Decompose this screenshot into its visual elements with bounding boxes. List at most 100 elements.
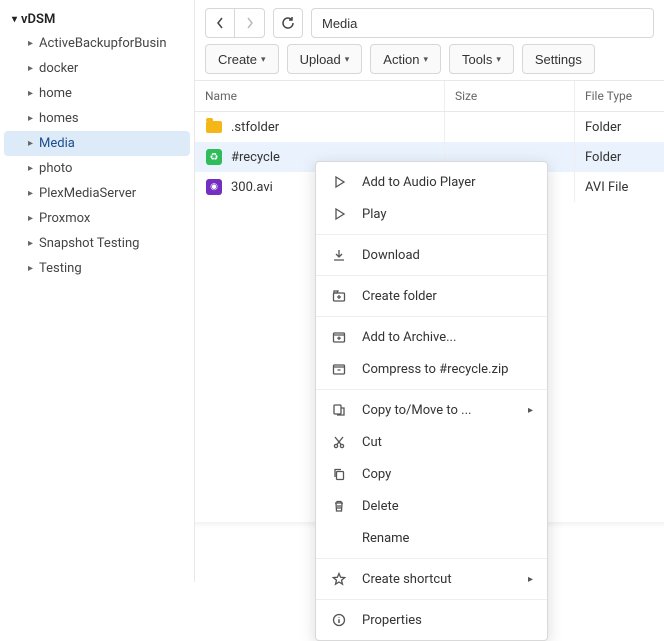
context-menu: Add to Audio Player Play Download Create fo…: [315, 161, 548, 641]
file-name-label: #recycle: [231, 150, 280, 165]
folder-icon: [205, 118, 223, 136]
nav-forward-button[interactable]: [235, 8, 265, 38]
expand-icon: ▸: [28, 163, 33, 174]
file-name-label: .stfolder: [231, 120, 279, 135]
upload-button[interactable]: Upload ▾: [287, 44, 363, 74]
col-header-type[interactable]: File Type: [574, 81, 664, 111]
expand-icon: ▸: [28, 88, 33, 99]
sidebar-item[interactable]: ▸ActiveBackupforBusin: [4, 31, 190, 56]
sidebar: ▾ vDSM ▸ActiveBackupforBusin▸docker▸home…: [0, 0, 195, 582]
menu-item[interactable]: Delete: [316, 490, 547, 522]
archive-icon: [330, 360, 348, 378]
menu-separator: [316, 316, 547, 317]
expand-icon: ▸: [28, 213, 33, 224]
sidebar-item[interactable]: ▸PlexMediaServer: [4, 181, 190, 206]
video-icon: ◉: [205, 178, 223, 196]
create-button[interactable]: Create ▾: [205, 44, 279, 74]
cell-type: Folder: [574, 112, 664, 142]
info-icon: [330, 611, 348, 629]
create-folder-icon: [330, 287, 348, 305]
menu-item[interactable]: Add to Archive...: [316, 321, 547, 353]
submenu-arrow-icon: ▸: [528, 574, 533, 585]
chevron-right-icon: [245, 17, 254, 29]
refresh-icon: [281, 16, 295, 30]
menu-item-label: Play: [362, 207, 387, 222]
cell-size: [444, 112, 574, 142]
col-header-name[interactable]: Name: [195, 81, 444, 111]
sidebar-item-label: Snapshot Testing: [39, 236, 139, 251]
menu-item-label: Delete: [362, 499, 399, 514]
sidebar-item[interactable]: ▸docker: [4, 56, 190, 81]
nav-back-button[interactable]: [205, 8, 235, 38]
menu-separator: [316, 275, 547, 276]
menu-item[interactable]: Properties: [316, 604, 547, 636]
menu-item[interactable]: Create folder: [316, 280, 547, 312]
settings-button[interactable]: Settings: [522, 44, 595, 74]
tree-root-node[interactable]: ▾ vDSM: [4, 8, 190, 31]
sidebar-item-label: Testing: [39, 261, 82, 276]
menu-item[interactable]: Cut: [316, 426, 547, 458]
menu-item-label: Copy to/Move to ...: [362, 403, 471, 418]
action-button[interactable]: Action ▾: [370, 44, 441, 74]
submenu-arrow-icon: ▸: [528, 405, 533, 416]
sidebar-item[interactable]: ▸Media: [4, 131, 190, 156]
caret-down-icon: ▾: [496, 54, 501, 65]
copy-icon: [330, 465, 348, 483]
sidebar-item-label: Proxmox: [39, 211, 90, 226]
expand-icon: ▸: [28, 263, 33, 274]
cut-icon: [330, 433, 348, 451]
archive-add-icon: [330, 328, 348, 346]
menu-item[interactable]: Add to Audio Player: [316, 166, 547, 198]
cell-type: AVI File: [574, 172, 664, 202]
table-row[interactable]: .stfolder Folder: [195, 112, 664, 142]
collapse-icon: ▾: [12, 14, 17, 25]
menu-item-label: Download: [362, 248, 420, 263]
menu-item-label: Properties: [362, 613, 422, 628]
download-icon: [330, 246, 348, 264]
sidebar-item-label: photo: [39, 161, 72, 176]
col-header-size[interactable]: Size: [444, 81, 574, 111]
create-button-label: Create: [218, 52, 257, 67]
sidebar-item[interactable]: ▸ Snapshot Testing: [4, 231, 190, 256]
menu-separator: [316, 558, 547, 559]
menu-item[interactable]: Create shortcut ▸: [316, 563, 547, 595]
table-header-row: Name Size File Type: [195, 80, 664, 112]
menu-item[interactable]: Compress to #recycle.zip: [316, 353, 547, 385]
menu-separator: [316, 389, 547, 390]
sidebar-item[interactable]: ▸ photo: [4, 156, 190, 181]
menu-item-label: Copy: [362, 467, 391, 482]
menu-item-label: Create shortcut: [362, 572, 452, 587]
sidebar-item-label: PlexMediaServer: [39, 186, 136, 201]
refresh-button[interactable]: [273, 8, 303, 38]
menu-item[interactable]: Play: [316, 198, 547, 230]
menu-item-label: Create folder: [362, 289, 437, 304]
cell-type: Folder: [574, 142, 664, 172]
expand-icon: ▸: [28, 238, 33, 249]
sidebar-item-label: ActiveBackupforBusin: [39, 36, 167, 51]
menu-item-label: Rename: [362, 531, 409, 546]
sidebar-item[interactable]: ▸ Proxmox: [4, 206, 190, 231]
chevron-left-icon: [216, 17, 225, 29]
sidebar-item[interactable]: ▸homes: [4, 106, 190, 131]
file-name-label: 300.avi: [231, 180, 273, 195]
blank-icon: [330, 529, 348, 547]
sidebar-item-label: home: [39, 86, 72, 101]
menu-item[interactable]: Download: [316, 239, 547, 271]
sidebar-item[interactable]: ▸ home: [4, 81, 190, 106]
copy-move-icon: [330, 401, 348, 419]
menu-item-label: Cut: [362, 435, 382, 450]
delete-icon: [330, 497, 348, 515]
menu-item[interactable]: Rename: [316, 522, 547, 554]
menu-item[interactable]: Copy: [316, 458, 547, 490]
menu-item-label: Add to Audio Player: [362, 175, 476, 190]
sidebar-item[interactable]: ▸ Testing: [4, 256, 190, 281]
tools-button[interactable]: Tools ▾: [449, 44, 514, 74]
menu-item[interactable]: Copy to/Move to ... ▸: [316, 394, 547, 426]
recycle-icon: ♻: [205, 148, 223, 166]
tools-button-label: Tools: [462, 52, 492, 67]
path-input[interactable]: [311, 8, 654, 38]
play-outline-icon: [330, 205, 348, 223]
menu-separator: [316, 234, 547, 235]
expand-icon: ▸: [28, 63, 33, 74]
caret-down-icon: ▾: [261, 54, 266, 65]
